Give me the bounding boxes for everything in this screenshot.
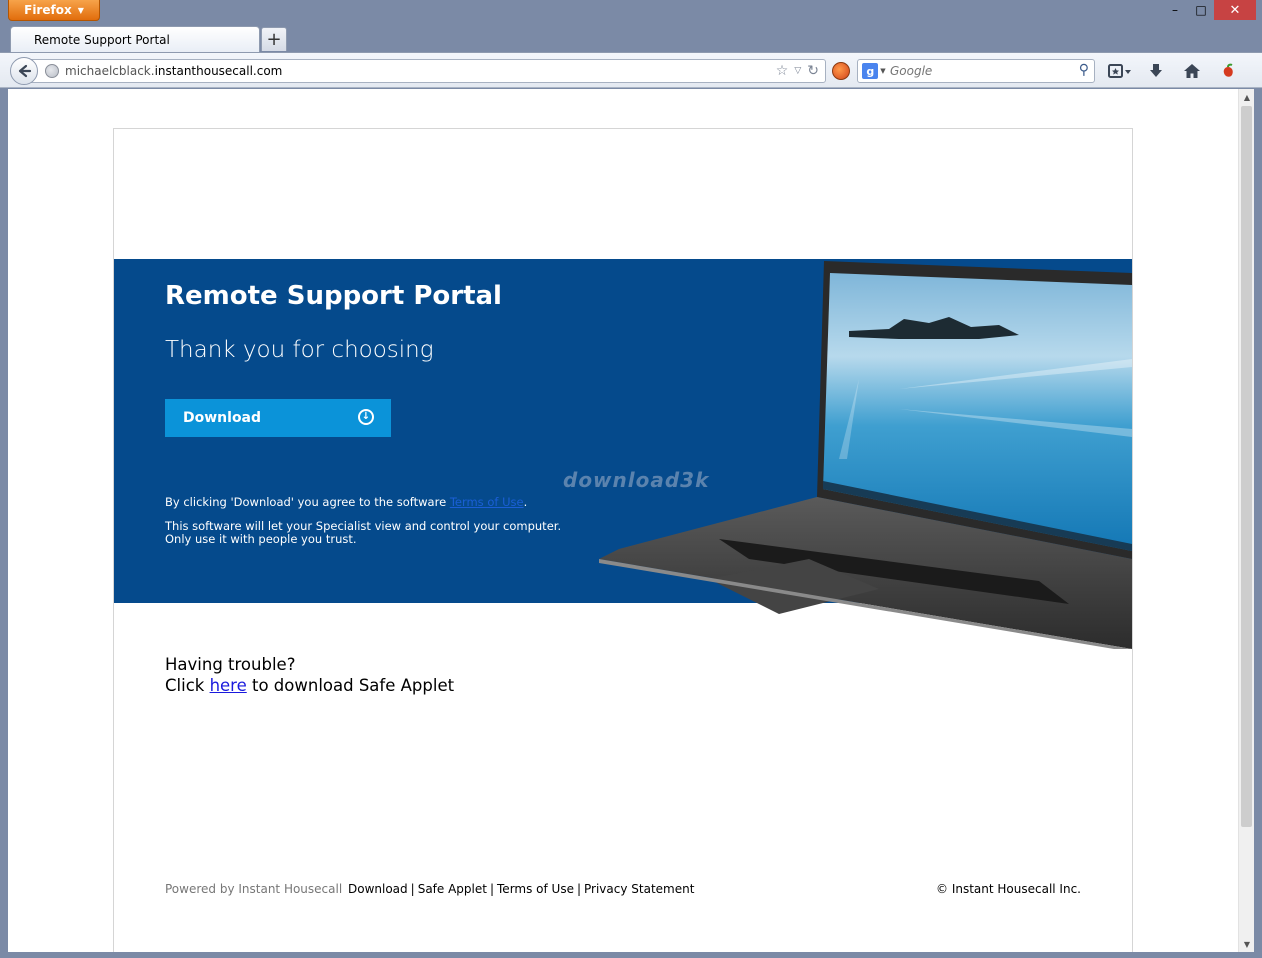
new-tab-button[interactable]: + [261,27,287,51]
terms-of-use-link[interactable]: Terms of Use [450,495,524,509]
download-button[interactable]: Download ↓ [165,399,391,437]
scroll-up-arrow-icon[interactable]: ▲ [1239,89,1254,105]
reload-icon[interactable]: ↻ [807,63,819,79]
minimize-button[interactable]: – [1162,0,1188,20]
trust-notice: This software will let your Specialist v… [165,520,565,546]
window-controls: – □ ✕ [1162,0,1256,20]
bookmarks-icon [1108,64,1131,78]
bookmarks-menu-button[interactable] [1104,59,1136,83]
back-arrow-icon [18,64,32,78]
chevron-down-icon: ▼ [880,67,886,75]
search-bar[interactable]: g ▼ ⚲ [857,59,1095,83]
download-circle-icon: ↓ [358,409,374,425]
search-input[interactable] [890,64,1070,78]
extension-button[interactable] [1212,59,1244,83]
footer-safe-applet-link[interactable]: Safe Applet [418,882,487,896]
portal-page: Remote Support Portal Thank you for choo… [113,128,1133,952]
home-icon [1184,64,1200,78]
chevron-down-icon: ▼ [77,5,84,15]
tab-strip: Remote Support Portal + [0,24,1262,52]
hero-subtitle: Thank you for choosing [165,337,434,363]
tab-remote-support-portal[interactable]: Remote Support Portal [10,26,260,52]
copyright-text: © Instant Housecall Inc. [936,882,1081,896]
agree-prefix: By clicking 'Download' you agree to the … [165,495,450,509]
addon-icon[interactable] [832,62,850,80]
powered-by-text: Powered by Instant Housecall [165,882,343,896]
footer-download-link[interactable]: Download [348,882,408,896]
search-engine-selector[interactable]: g ▼ [858,60,890,82]
footer-separator: | [410,882,415,896]
footer-separator: | [489,882,495,896]
window-titlebar: Firefox ▼ – □ ✕ [0,0,1262,24]
trouble-heading: Having trouble? [165,655,296,674]
url-bar[interactable]: michaelcblack.instanthousecall.com ☆ ▽ ↻ [30,59,826,83]
trouble-section: Having trouble? Click here to download S… [165,654,454,696]
vertical-scrollbar[interactable]: ▲ ▼ [1238,89,1254,952]
notice-line-2: Only use it with people you trust. [165,532,357,546]
hero-banner: Remote Support Portal Thank you for choo… [114,259,1132,649]
page-title: Remote Support Portal [165,281,502,311]
close-button[interactable]: ✕ [1214,0,1256,20]
site-identity-icon[interactable] [45,64,59,78]
navigation-toolbar: michaelcblack.instanthousecall.com ☆ ▽ ↻… [0,52,1262,88]
toolbar-buttons [1104,59,1244,83]
safe-applet-rest-text: to download Safe Applet [246,676,455,695]
scrollbar-thumb[interactable] [1241,106,1252,827]
extension-pepper-icon [1223,63,1233,77]
download-button-label: Download [183,410,262,426]
download-arrow-icon [1150,64,1162,77]
url-domain: instanthousecall.com [154,64,283,78]
footer-terms-link[interactable]: Terms of Use [497,882,574,896]
laptop-image [599,261,1132,649]
history-dropdown-icon[interactable]: ▽ [794,63,801,79]
url-text[interactable]: michaelcblack.instanthousecall.com [65,64,282,78]
safe-applet-here-link[interactable]: here [210,676,247,695]
url-subdomain: michaelcblack. [65,64,155,78]
click-text: Click [165,676,210,695]
google-icon: g [862,63,879,79]
home-button[interactable] [1176,59,1208,83]
maximize-button[interactable]: □ [1188,0,1214,20]
footer-privacy-link[interactable]: Privacy Statement [584,882,694,896]
url-bar-icons: ☆ ▽ ↻ [776,63,819,79]
terms-agreement-text: By clicking 'Download' you agree to the … [165,495,527,509]
firefox-menu-button[interactable]: Firefox ▼ [8,0,100,21]
bookmark-star-icon[interactable]: ☆ [776,63,789,79]
search-icon[interactable]: ⚲ [1079,62,1089,78]
footer-separator: | [576,882,582,896]
agree-suffix: . [523,495,528,509]
tab-title: Remote Support Portal [34,33,170,47]
downloads-button[interactable] [1140,59,1172,83]
page-footer: Powered by Instant Housecall Download | Sa… [165,882,1085,896]
safe-applet-line: Click here to download Safe Applet [165,675,454,696]
back-button[interactable] [10,57,38,85]
firefox-menu-label: Firefox [24,3,72,17]
page-viewport: Remote Support Portal Thank you for choo… [8,89,1254,952]
footer-links: Download | Safe Applet | Terms of Use | Privac… [348,882,694,896]
scroll-down-arrow-icon[interactable]: ▼ [1239,936,1254,952]
